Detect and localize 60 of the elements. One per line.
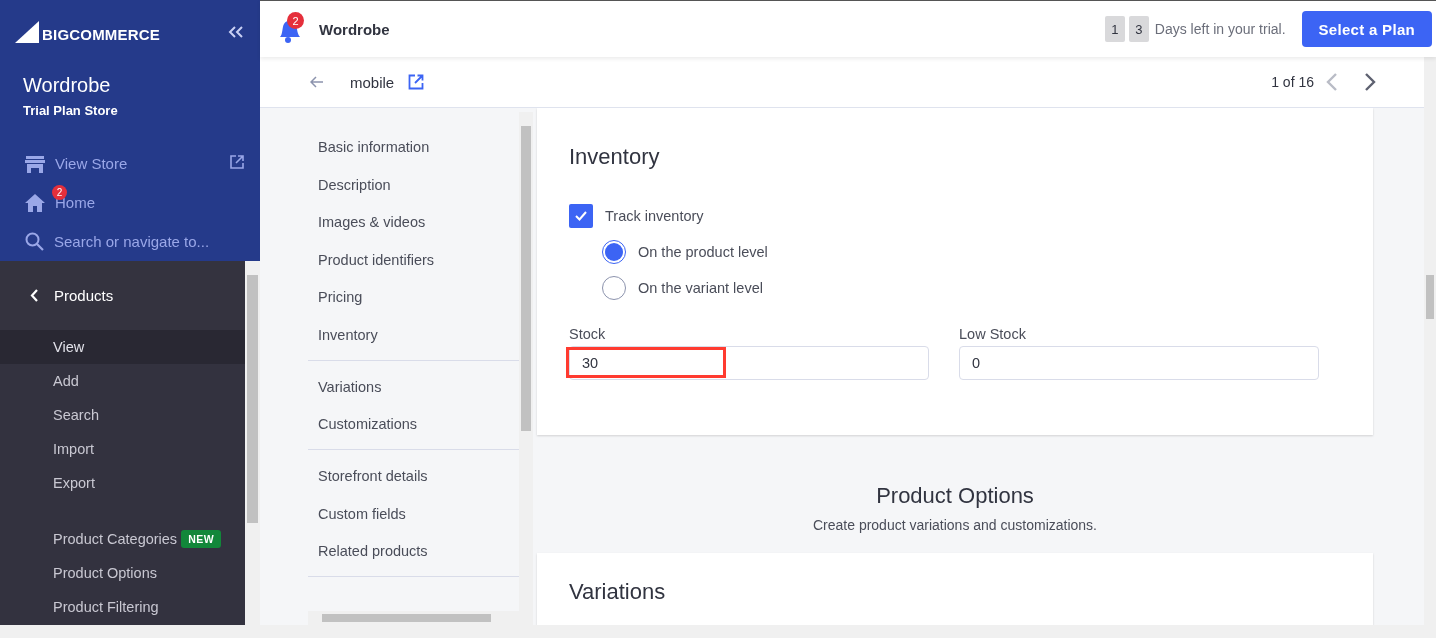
section-nav-link[interactable]: Pricing	[308, 287, 519, 307]
store-plan: Trial Plan Store	[23, 103, 119, 118]
back-arrow-icon[interactable]	[310, 76, 324, 88]
search-icon	[25, 232, 44, 251]
section-nav-link[interactable]: Related products	[308, 541, 519, 561]
back-chevron-icon	[30, 289, 38, 302]
checkbox[interactable]	[569, 204, 593, 228]
next-chevron-icon[interactable]	[1364, 73, 1376, 91]
card-title: Inventory	[569, 144, 661, 170]
section-nav-link[interactable]: Storefront details	[308, 466, 519, 486]
house-icon	[25, 193, 45, 212]
notification-badge: 2	[287, 12, 304, 29]
scrollbar[interactable]	[1424, 57, 1436, 625]
external-link-icon[interactable]	[230, 155, 244, 169]
section-nav-link[interactable]: Inventory	[308, 324, 519, 345]
checkbox-label: Track inventory	[605, 208, 704, 224]
trial-day-digit: 3	[1128, 16, 1149, 42]
search-link[interactable]: Search or navigate to...	[54, 233, 210, 250]
scrollbar[interactable]	[308, 611, 519, 625]
menu-item[interactable]: Search	[0, 398, 245, 432]
menu-item[interactable]: Product Categories	[53, 531, 178, 547]
menu-item[interactable]: Export	[0, 466, 245, 500]
section-nav-link[interactable]: Description	[308, 174, 519, 195]
select-plan-button[interactable]: Select a Plan	[1301, 11, 1432, 47]
section-nav-link[interactable]: Custom fields	[308, 503, 519, 524]
section-nav-link[interactable]: Variations	[308, 376, 519, 397]
nav-link[interactable]: View Store	[55, 155, 128, 172]
scrollbar[interactable]	[245, 261, 260, 625]
checkmark-icon	[575, 211, 587, 221]
input-field[interactable]: 30	[569, 346, 929, 380]
radio-label: On the variant level	[638, 280, 763, 296]
menu-item[interactable]: View	[0, 330, 245, 364]
radio-label: On the product level	[638, 244, 768, 260]
section-title: Product Options	[875, 483, 1035, 509]
section-nav-link[interactable]: Customizations	[308, 414, 519, 434]
menu-item[interactable]: Product Options	[0, 556, 245, 590]
store-name: Wordrobe	[319, 20, 390, 38]
new-badge: NEW	[181, 530, 222, 548]
collapse-chevrons-icon[interactable]	[228, 26, 244, 38]
brand-logo-text: BIGCOMMERCE	[42, 26, 161, 43]
input-field[interactable]: 0	[959, 346, 1319, 380]
section-nav-link[interactable]: Images & videos	[308, 212, 519, 232]
section-nav-link[interactable]: Basic information	[308, 137, 519, 157]
trial-text: Days left in your trial.	[1154, 21, 1286, 37]
card-title: Variations	[569, 579, 667, 605]
section-nav-link[interactable]: Product identifiers	[308, 249, 519, 270]
section-subtitle: Create product variations and customizations.	[811, 517, 1098, 533]
logo-triangle-icon	[15, 21, 39, 43]
store-name: Wordrobe	[23, 74, 112, 97]
field-label: Low Stock	[959, 326, 1027, 342]
menu-item[interactable]: Import	[0, 432, 245, 466]
trial-day-digit: 1	[1104, 16, 1125, 42]
external-link-icon[interactable]	[408, 74, 425, 90]
storefront-icon	[25, 154, 45, 173]
menu-item[interactable]: Add	[0, 364, 245, 398]
pager-text: 1 of 16	[1271, 74, 1314, 90]
product-name: mobile	[350, 73, 395, 91]
scrollbar[interactable]	[519, 112, 533, 625]
field-label: Stock	[569, 326, 607, 342]
menu-item[interactable]: Product Filtering	[0, 590, 245, 624]
